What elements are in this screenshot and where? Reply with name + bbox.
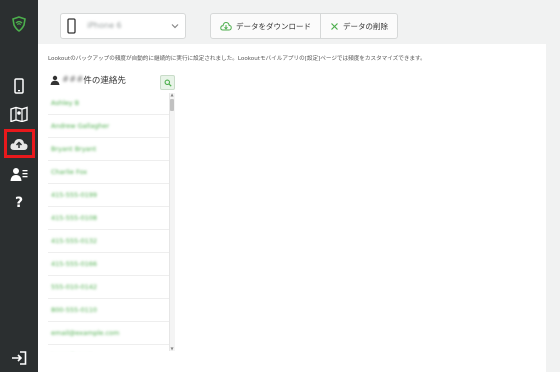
contact-list-item[interactable]: Ashley B bbox=[48, 92, 170, 115]
map-icon[interactable] bbox=[0, 104, 38, 124]
contact-name: 415-555-0199 bbox=[51, 191, 98, 199]
contact-list-item[interactable]: Jason Bryant bbox=[48, 345, 170, 352]
contact-list-item[interactable]: email@example.com bbox=[48, 322, 170, 345]
data-action-group: データをダウンロード データの削除 bbox=[210, 13, 398, 39]
question-icon[interactable]: ? bbox=[0, 192, 38, 214]
contact-list-item[interactable]: 800-555-0110 bbox=[48, 299, 170, 322]
contact-name: Charlie Fox bbox=[51, 168, 88, 176]
contact-list-item[interactable]: 555-010-0142 bbox=[48, 276, 170, 299]
download-data-label: データをダウンロード bbox=[236, 21, 311, 31]
close-icon bbox=[331, 22, 338, 30]
contact-name: Andrew Gallagher bbox=[51, 122, 110, 130]
delete-data-label: データの削除 bbox=[343, 21, 388, 31]
contact-list-item[interactable]: 415-555-0132 bbox=[48, 230, 170, 253]
contact-list-item[interactable]: Andrew Gallagher bbox=[48, 115, 170, 138]
contacts-title: ### 件の連絡先 bbox=[50, 74, 126, 86]
contact-name: Ashley B bbox=[51, 99, 80, 107]
delete-data-button[interactable]: データの削除 bbox=[320, 14, 397, 38]
contacts-count: ### bbox=[62, 75, 84, 85]
contacts-title-label: 件の連絡先 bbox=[83, 76, 126, 86]
lookout-shield-icon[interactable] bbox=[0, 14, 38, 34]
contact-list-item[interactable]: 415-555-0108 bbox=[48, 207, 170, 230]
contacts-scrollbar[interactable]: ▲ ▼ bbox=[169, 93, 175, 351]
top-toolbar: iPhone 6 データをダウンロード データの削除 bbox=[38, 0, 560, 44]
logout-icon[interactable] bbox=[0, 348, 38, 368]
contact-list-item[interactable]: 415-555-0199 bbox=[48, 184, 170, 207]
contact-list-item[interactable]: Bryant Bryant bbox=[48, 138, 170, 161]
phone-icon[interactable] bbox=[0, 76, 38, 96]
cloud-download-icon bbox=[220, 21, 232, 31]
active-item-highlight bbox=[4, 129, 35, 158]
backup-info-text: Lookoutのバックアップの頻度が自動的に継続的に実行に設定されました。Loo… bbox=[48, 56, 426, 62]
contact-name: 415-555-0108 bbox=[51, 214, 98, 222]
contact-name: 415-555-0132 bbox=[51, 237, 98, 245]
contact-list-item[interactable]: Charlie Fox bbox=[48, 161, 170, 184]
scroll-up-arrow[interactable]: ▲ bbox=[170, 93, 174, 97]
contact-name: 555-010-0142 bbox=[51, 283, 98, 291]
main-content: iPhone 6 データをダウンロード データの削除 Lookoutのバックアッ… bbox=[38, 0, 560, 372]
chevron-down-icon bbox=[171, 24, 179, 29]
contact-list-icon[interactable] bbox=[0, 164, 38, 184]
sidebar: ? bbox=[0, 0, 38, 372]
contact-name: 415-555-0166 bbox=[51, 260, 98, 268]
device-name: iPhone 6 bbox=[87, 21, 122, 30]
download-data-button[interactable]: データをダウンロード bbox=[211, 14, 320, 38]
contact-name: email@example.com bbox=[51, 329, 120, 337]
contact-name: Bryant Bryant bbox=[51, 145, 97, 153]
phone-icon bbox=[67, 18, 76, 34]
search-icon bbox=[164, 79, 172, 87]
scroll-down-arrow[interactable]: ▼ bbox=[170, 347, 174, 351]
contacts-search-button[interactable] bbox=[160, 75, 175, 90]
contact-name: 800-555-0110 bbox=[51, 306, 98, 314]
contacts-list: Ashley B Andrew Gallagher Bryant Bryant Cha… bbox=[48, 92, 170, 352]
scroll-thumb[interactable] bbox=[170, 99, 174, 111]
device-select[interactable]: iPhone 6 bbox=[60, 13, 186, 39]
contact-list-item[interactable]: 415-555-0166 bbox=[48, 253, 170, 276]
person-icon bbox=[50, 75, 60, 85]
